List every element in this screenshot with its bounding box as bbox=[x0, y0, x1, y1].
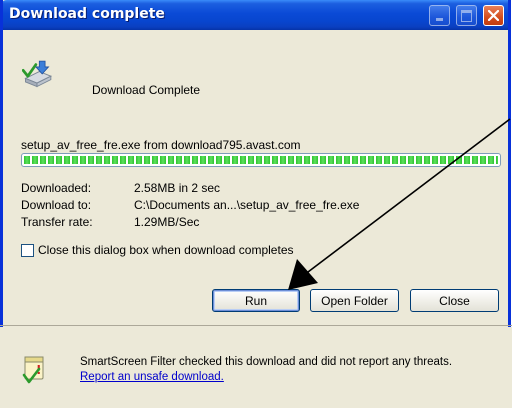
title-bar[interactable]: Download complete bbox=[3, 0, 508, 30]
smartscreen-shield-icon: ! bbox=[22, 356, 44, 384]
info-row-downloaded: Downloaded: 2.58MB in 2 sec bbox=[21, 180, 359, 197]
progress-fill bbox=[24, 156, 498, 164]
download-info: Downloaded: 2.58MB in 2 sec Download to:… bbox=[21, 180, 359, 231]
close-icon bbox=[488, 10, 499, 21]
maximize-button[interactable] bbox=[456, 5, 477, 26]
smartscreen-message: SmartScreen Filter checked this download… bbox=[80, 355, 480, 385]
smartscreen-text: SmartScreen Filter checked this download… bbox=[80, 356, 453, 368]
report-unsafe-download-link[interactable]: Report an unsafe download. bbox=[80, 371, 224, 383]
close-on-complete-option[interactable]: Close this dialog box when download comp… bbox=[21, 243, 294, 257]
window-title: Download complete bbox=[9, 6, 165, 22]
minimize-button[interactable] bbox=[429, 5, 450, 26]
maximize-icon bbox=[461, 9, 472, 22]
download-icon bbox=[22, 60, 52, 88]
close-button[interactable]: Close bbox=[410, 289, 499, 312]
close-on-complete-checkbox[interactable] bbox=[21, 243, 34, 257]
info-value: 1.29MB/Sec bbox=[134, 215, 200, 229]
download-progress-bar bbox=[21, 153, 501, 167]
minimize-icon bbox=[436, 18, 443, 21]
status-heading: Download Complete bbox=[92, 83, 201, 97]
close-on-complete-label[interactable]: Close this dialog box when download comp… bbox=[38, 243, 294, 257]
open-folder-button[interactable]: Open Folder bbox=[310, 289, 399, 312]
info-label: Downloaded: bbox=[21, 181, 92, 195]
run-button[interactable]: Run bbox=[212, 289, 300, 312]
info-row-download-to: Download to: C:\Documents an...\setup_av… bbox=[21, 197, 359, 214]
close-window-button[interactable] bbox=[483, 5, 504, 26]
info-label: Download to: bbox=[21, 198, 92, 212]
info-row-transfer-rate: Transfer rate: 1.29MB/Sec bbox=[21, 214, 359, 231]
info-value: 2.58MB in 2 sec bbox=[134, 181, 221, 195]
info-value: C:\Documents an...\setup_av_free_fre.exe bbox=[134, 198, 360, 212]
file-source-label: setup_av_free_fre.exe from download795.a… bbox=[21, 138, 301, 152]
info-label: Transfer rate: bbox=[21, 215, 93, 229]
